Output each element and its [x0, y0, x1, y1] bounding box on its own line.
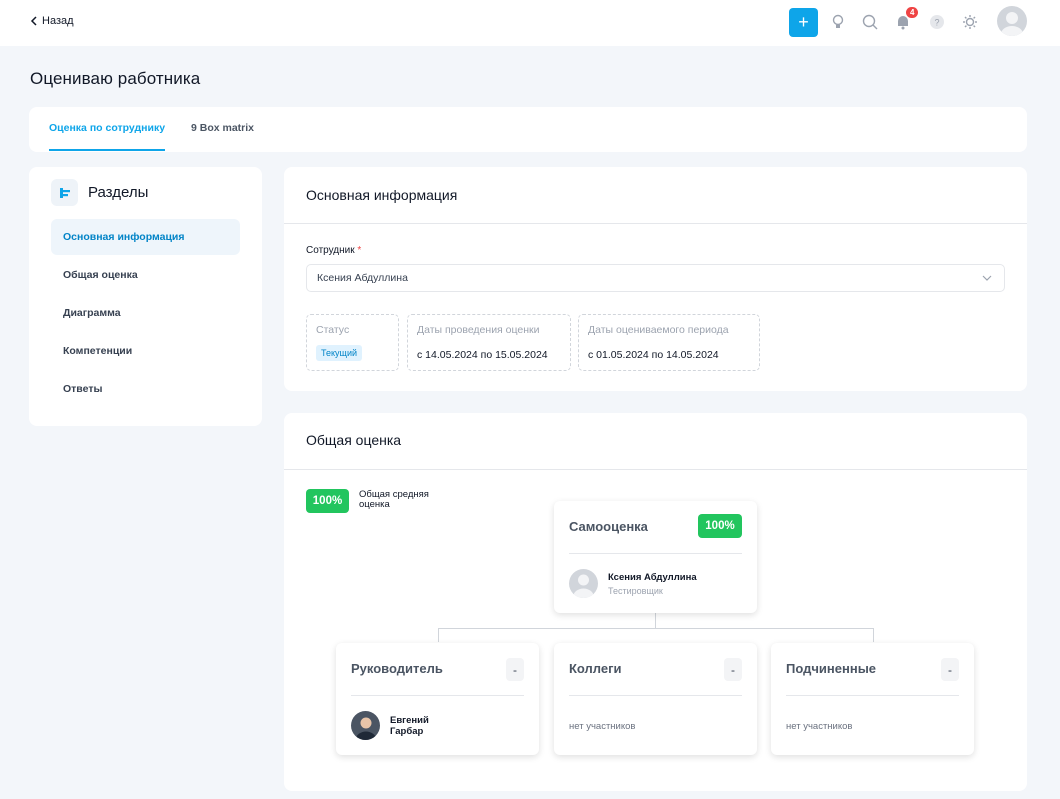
- lightbulb-icon[interactable]: [829, 13, 847, 31]
- top-bar: Назад + 4 ?: [0, 0, 1060, 46]
- colleagues-score: -: [724, 658, 742, 681]
- employee-label: Сотрудник *: [306, 245, 361, 256]
- overall-title: Общая оценка: [306, 432, 402, 448]
- back-label: Назад: [42, 15, 74, 27]
- svg-text:?: ?: [934, 18, 939, 28]
- section-item-chart[interactable]: Диаграмма: [51, 295, 240, 331]
- search-icon[interactable]: [861, 13, 879, 31]
- manager-node: Руководитель - Евгений Гарбар: [336, 643, 539, 755]
- employee-select[interactable]: Ксения Абдуллина: [306, 264, 1005, 292]
- chevron-down-icon: [982, 275, 992, 281]
- section-item-overall[interactable]: Общая оценка: [51, 257, 240, 293]
- self-assessment-title: Самооценка: [569, 519, 648, 534]
- period-dates-label: Даты оцениваемого периода: [588, 324, 729, 336]
- section-item-competencies[interactable]: Компетенции: [51, 333, 240, 369]
- overall-card: Общая оценка 100% Общая средняя оценка С…: [284, 413, 1027, 791]
- manager-person: Евгений Гарбар: [351, 711, 450, 740]
- manager-score: -: [506, 658, 524, 681]
- back-link[interactable]: Назад: [30, 15, 74, 27]
- sections-title: Разделы: [88, 184, 149, 201]
- divider: [284, 223, 1027, 224]
- subordinates-score: -: [941, 658, 959, 681]
- divider: [569, 695, 742, 696]
- avatar: [569, 569, 598, 598]
- self-assessment-node: Самооценка 100% Ксения Абдуллина Тестиро…: [554, 501, 757, 613]
- assessment-dates-box: Даты проведения оценки с 14.05.2024 по 1…: [407, 314, 571, 371]
- tab-employee-assessment[interactable]: Оценка по сотруднику: [49, 122, 166, 151]
- plus-icon: +: [798, 12, 809, 32]
- sections-header: Разделы: [51, 179, 148, 206]
- chevron-left-icon: [30, 16, 37, 26]
- assessment-dates-label: Даты проведения оценки: [417, 324, 540, 336]
- status-badge: Текущий: [316, 345, 362, 361]
- overall-avg-label: Общая средняя оценка: [359, 489, 429, 510]
- manager-title: Руководитель: [351, 661, 443, 676]
- employee-label-text: Сотрудник: [306, 245, 355, 256]
- divider: [569, 553, 742, 554]
- divider: [351, 695, 524, 696]
- avatar: [351, 711, 380, 740]
- connector-line: [873, 628, 874, 642]
- colleagues-node: Коллеги - нет участников: [554, 643, 757, 755]
- manager-person-name: Евгений Гарбар: [390, 714, 429, 737]
- tabs-bar: Оценка по сотруднику 9 Box matrix: [29, 107, 1027, 152]
- colleagues-title: Коллеги: [569, 661, 622, 676]
- status-label: Статус: [316, 324, 350, 336]
- avatar[interactable]: [997, 6, 1027, 36]
- section-item-main-info[interactable]: Основная информация: [51, 219, 240, 255]
- self-person-role: Тестировщик: [608, 585, 663, 596]
- connector-line: [438, 628, 439, 642]
- self-person: Ксения Абдуллина Тестировщик: [569, 569, 697, 598]
- self-assessment-percent: 100%: [698, 514, 742, 538]
- employee-select-value: Ксения Абдуллина: [317, 272, 408, 284]
- sun-icon[interactable]: [961, 13, 979, 31]
- status-box: Статус Текущий: [306, 314, 399, 371]
- main-info-title: Основная информация: [306, 187, 458, 203]
- assessment-dates-value: с 14.05.2024 по 15.05.2024: [417, 349, 548, 361]
- help-icon[interactable]: ?: [928, 13, 946, 31]
- tab-9-box-matrix[interactable]: 9 Box matrix: [191, 122, 254, 134]
- subordinates-node: Подчиненные - нет участников: [771, 643, 974, 755]
- required-mark: *: [357, 245, 362, 256]
- sections-icon: [51, 179, 78, 206]
- divider: [284, 469, 1027, 470]
- add-button[interactable]: +: [789, 8, 818, 37]
- connector-line: [655, 613, 656, 628]
- connector-line: [438, 628, 874, 629]
- divider: [786, 695, 959, 696]
- main-info-card: Основная информация Сотрудник * Ксения А…: [284, 167, 1027, 391]
- subordinates-title: Подчиненные: [786, 661, 877, 676]
- page-title: Оцениваю работника: [30, 69, 201, 88]
- self-person-name: Ксения Абдуллина: [608, 571, 697, 583]
- colleagues-empty: нет участников: [569, 721, 636, 732]
- subordinates-empty: нет участников: [786, 721, 853, 732]
- notification-badge: 4: [906, 7, 919, 18]
- section-item-answers[interactable]: Ответы: [51, 371, 240, 407]
- period-dates-value: с 01.05.2024 по 14.05.2024: [588, 349, 719, 361]
- overall-avg-percent: 100%: [306, 489, 349, 513]
- sections-sidebar: Разделы Основная информация Общая оценка…: [29, 167, 262, 426]
- period-dates-box: Даты оцениваемого периода с 01.05.2024 п…: [578, 314, 760, 371]
